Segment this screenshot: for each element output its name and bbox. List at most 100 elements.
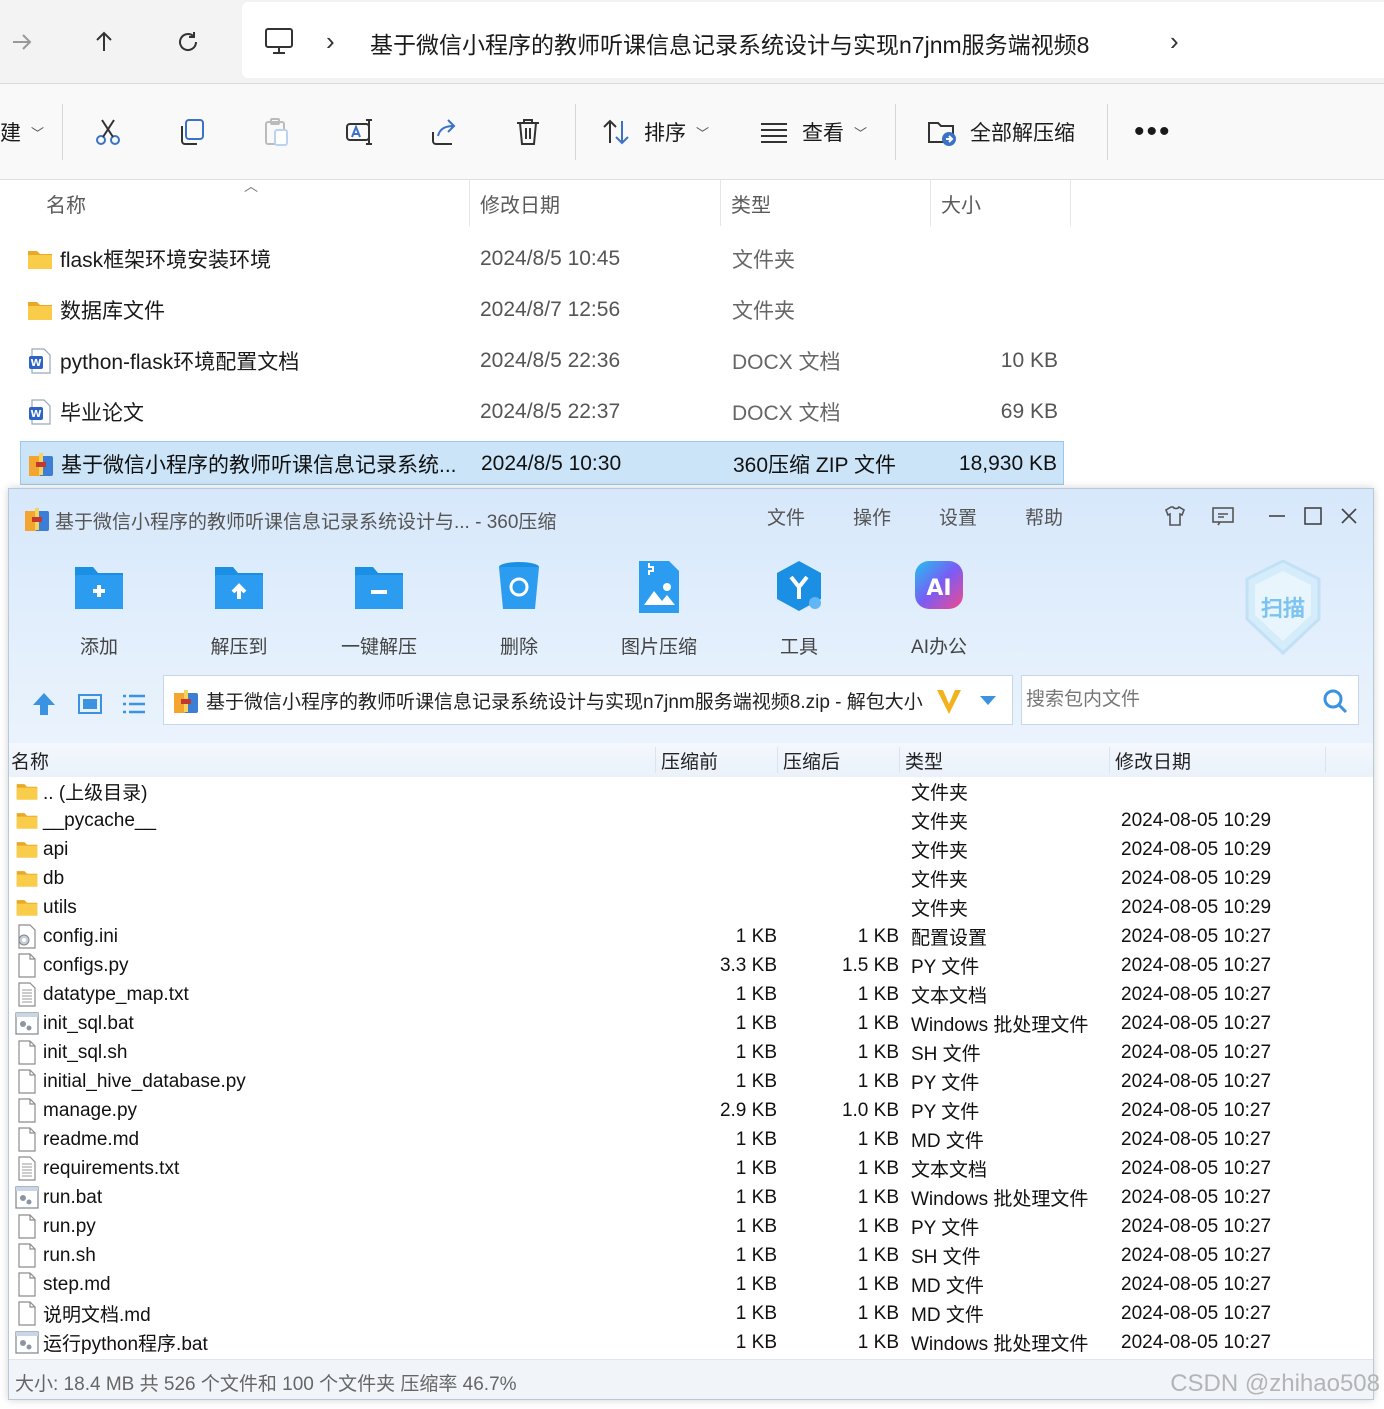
file-modified: 2024-08-05 10:29 [1121, 896, 1272, 918]
up-level-button[interactable] [29, 689, 59, 719]
column-type[interactable]: 类型 [905, 743, 943, 777]
skin-button[interactable] [1157, 501, 1193, 531]
delete-archive-item-button[interactable]: 删除 [459, 557, 579, 658]
arrow-right-icon [13, 34, 32, 50]
feedback-button[interactable] [1205, 501, 1241, 531]
this-pc-icon[interactable] [262, 24, 296, 58]
ai-office-button[interactable]: AI AI办公 [879, 557, 999, 658]
menu-operation[interactable]: 操作 [853, 503, 891, 530]
file-modified: 2024/8/5 22:37 [480, 400, 621, 423]
thumbnail-view-icon[interactable] [75, 689, 105, 719]
size-after: 1 KB [857, 925, 899, 947]
extract-all-icon [928, 122, 956, 146]
archive-file-row[interactable]: step.md 1 KB 1 KB MD 文件 2024-08-05 10:27 [9, 1270, 1373, 1299]
share-button[interactable] [428, 84, 460, 180]
one-click-extract-button[interactable]: 一键解压 [319, 557, 439, 658]
menu-help[interactable]: 帮助 [1025, 503, 1063, 530]
archive-file-row[interactable]: db 文件夹 2024-08-05 10:29 [9, 864, 1373, 893]
archive-file-row[interactable]: 运行python程序.bat 1 KB 1 KB Windows 批处理文件 2024-… [9, 1328, 1373, 1357]
explorer-file-row[interactable]: 数据库文件 2024/8/7 12:56 文件夹 [20, 288, 1064, 332]
maximize-button[interactable] [1295, 501, 1331, 531]
file-modified: 2024-08-05 10:27 [1121, 1215, 1272, 1237]
archive-file-row[interactable]: 说明文档.md 1 KB 1 KB MD 文件 2024-08-05 10:27 [9, 1299, 1373, 1328]
up-button[interactable] [82, 20, 126, 64]
file-type: DOCX 文档 [732, 351, 841, 374]
minimize-button[interactable] [1259, 501, 1295, 531]
file-modified: 2024-08-05 10:27 [1121, 1128, 1272, 1150]
explorer-file-row[interactable]: W 毕业论文 2024/8/5 22:37 DOCX 文档 69 KB [20, 390, 1064, 434]
archive-file-row[interactable]: readme.md 1 KB 1 KB MD 文件 2024-08-05 10:27 [9, 1125, 1373, 1154]
explorer-file-row[interactable]: 基于微信小程序的教师听课信息记录系统... 2024/8/5 10:30 360压缩… [20, 441, 1064, 485]
view-button[interactable]: 查看 ﹀ [758, 84, 867, 180]
scan-button[interactable]: 扫描 [1241, 557, 1325, 657]
file-type: 文本文档 [911, 1160, 988, 1181]
archive-file-row[interactable]: initial_hive_database.py 1 KB 1 KB PY 文件 202… [9, 1067, 1373, 1096]
delete-button[interactable] [512, 84, 544, 180]
archive-file-row[interactable]: api 文件夹 2024-08-05 10:29 [9, 835, 1373, 864]
new-button[interactable]: 建 ﹀ [0, 84, 44, 180]
file-type: 文本文档 [911, 986, 988, 1007]
folder-icon [15, 837, 39, 862]
image-compress-button[interactable]: 图片压缩 [599, 557, 719, 658]
archive-file-row[interactable]: run.sh 1 KB 1 KB SH 文件 2024-08-05 10:27 [9, 1241, 1373, 1270]
close-button[interactable] [1331, 501, 1367, 531]
archive-file-row[interactable]: init_sql.sh 1 KB 1 KB SH 文件 2024-08-05 10:27 [9, 1038, 1373, 1067]
rename-button[interactable] [344, 84, 376, 180]
tools-button[interactable]: 工具 [739, 557, 859, 658]
archive-file-row[interactable]: __pycache__ 文件夹 2024-08-05 10:29 [9, 806, 1373, 835]
column-modified[interactable]: 修改日期 [470, 180, 721, 226]
explorer-file-row[interactable]: flask框架环境安装环境 2024/8/5 10:45 文件夹 [20, 237, 1064, 281]
archive-path-field[interactable]: 基于微信小程序的教师听课信息记录系统设计与实现n7jnm服务端视频8.zip -… [163, 675, 1013, 725]
search-icon[interactable] [1320, 686, 1350, 716]
extract-to-button[interactable]: 解压到 [179, 557, 299, 658]
column-type[interactable]: 类型 [721, 180, 931, 226]
archive-file-row[interactable]: datatype_map.txt 1 KB 1 KB 文本文档 2024-08-05 1… [9, 980, 1373, 1009]
file-type: Windows 批处理文件 [911, 1189, 1089, 1210]
column-after[interactable]: 压缩后 [783, 743, 840, 777]
file-type: SH 文件 [911, 1247, 981, 1268]
sort-button[interactable]: 排序 ﹀ [600, 84, 709, 180]
breadcrumb-chevron-icon[interactable]: › [326, 26, 335, 57]
blank-file-icon [15, 1069, 39, 1094]
cut-button[interactable] [92, 84, 124, 180]
file-name: initial_hive_database.py [43, 1070, 246, 1092]
breadcrumb-chevron-icon[interactable]: › [1170, 26, 1179, 57]
add-button[interactable]: 添加 [39, 557, 159, 658]
more-options-icon[interactable]: ••• [1134, 84, 1172, 180]
refresh-button[interactable] [166, 20, 210, 64]
archive-search-input[interactable] [1022, 676, 1312, 724]
list-view-icon[interactable] [119, 689, 149, 719]
trash-icon [517, 119, 539, 145]
menu-file[interactable]: 文件 [767, 503, 805, 530]
column-name[interactable]: 名称 [11, 743, 49, 777]
column-modified[interactable]: 修改日期 [1115, 743, 1191, 777]
menu-settings[interactable]: 设置 [939, 503, 977, 530]
archive-file-row[interactable]: requirements.txt 1 KB 1 KB 文本文档 2024-08-05 1… [9, 1154, 1373, 1183]
divider [895, 104, 896, 160]
extract-all-button[interactable]: 全部解压缩 [926, 84, 1075, 180]
column-size[interactable]: 大小 [931, 180, 1071, 226]
image-compress-label: 图片压缩 [620, 637, 697, 658]
paste-button[interactable] [260, 84, 292, 180]
size-after: 1 KB [857, 1041, 899, 1063]
chevron-down-icon[interactable] [978, 694, 998, 708]
archive-file-row[interactable]: configs.py 3.3 KB 1.5 KB PY 文件 2024-08-05 10… [9, 951, 1373, 980]
explorer-file-row[interactable]: Wpython-flask环境配置文档 2024/8/5 22:36 DOCX 文档… [20, 339, 1064, 383]
archive-file-row[interactable]: run.bat 1 KB 1 KB Windows 批处理文件 2024-08-05 1… [9, 1183, 1373, 1212]
copy-button[interactable] [176, 84, 208, 180]
size-after: 1.0 KB [841, 1099, 899, 1121]
archive-file-row[interactable]: manage.py 2.9 KB 1.0 KB PY 文件 2024-08-05 10:… [9, 1096, 1373, 1125]
divider [62, 104, 63, 160]
archive-file-row[interactable]: utils 文件夹 2024-08-05 10:29 [9, 893, 1373, 922]
file-type: 文件夹 [911, 812, 969, 833]
column-before[interactable]: 压缩前 [661, 743, 718, 777]
archive-file-row[interactable]: .. (上级目录) 文件夹 [9, 777, 1373, 806]
paste-icon [265, 118, 288, 146]
breadcrumb-current-folder[interactable]: 基于微信小程序的教师听课信息记录系统设计与实现n7jnm服务端视频8 [370, 26, 1089, 60]
size-before: 1 KB [735, 1157, 777, 1179]
archive-file-row[interactable]: run.py 1 KB 1 KB PY 文件 2024-08-05 10:27 [9, 1212, 1373, 1241]
archive-file-row[interactable]: config.ini 1 KB 1 KB 配置设置 2024-08-05 10:27 [9, 922, 1373, 951]
forward-button[interactable] [0, 20, 44, 64]
archive-file-row[interactable]: init_sql.bat 1 KB 1 KB Windows 批处理文件 2024-08… [9, 1009, 1373, 1038]
file-modified: 2024-08-05 10:29 [1121, 867, 1272, 889]
